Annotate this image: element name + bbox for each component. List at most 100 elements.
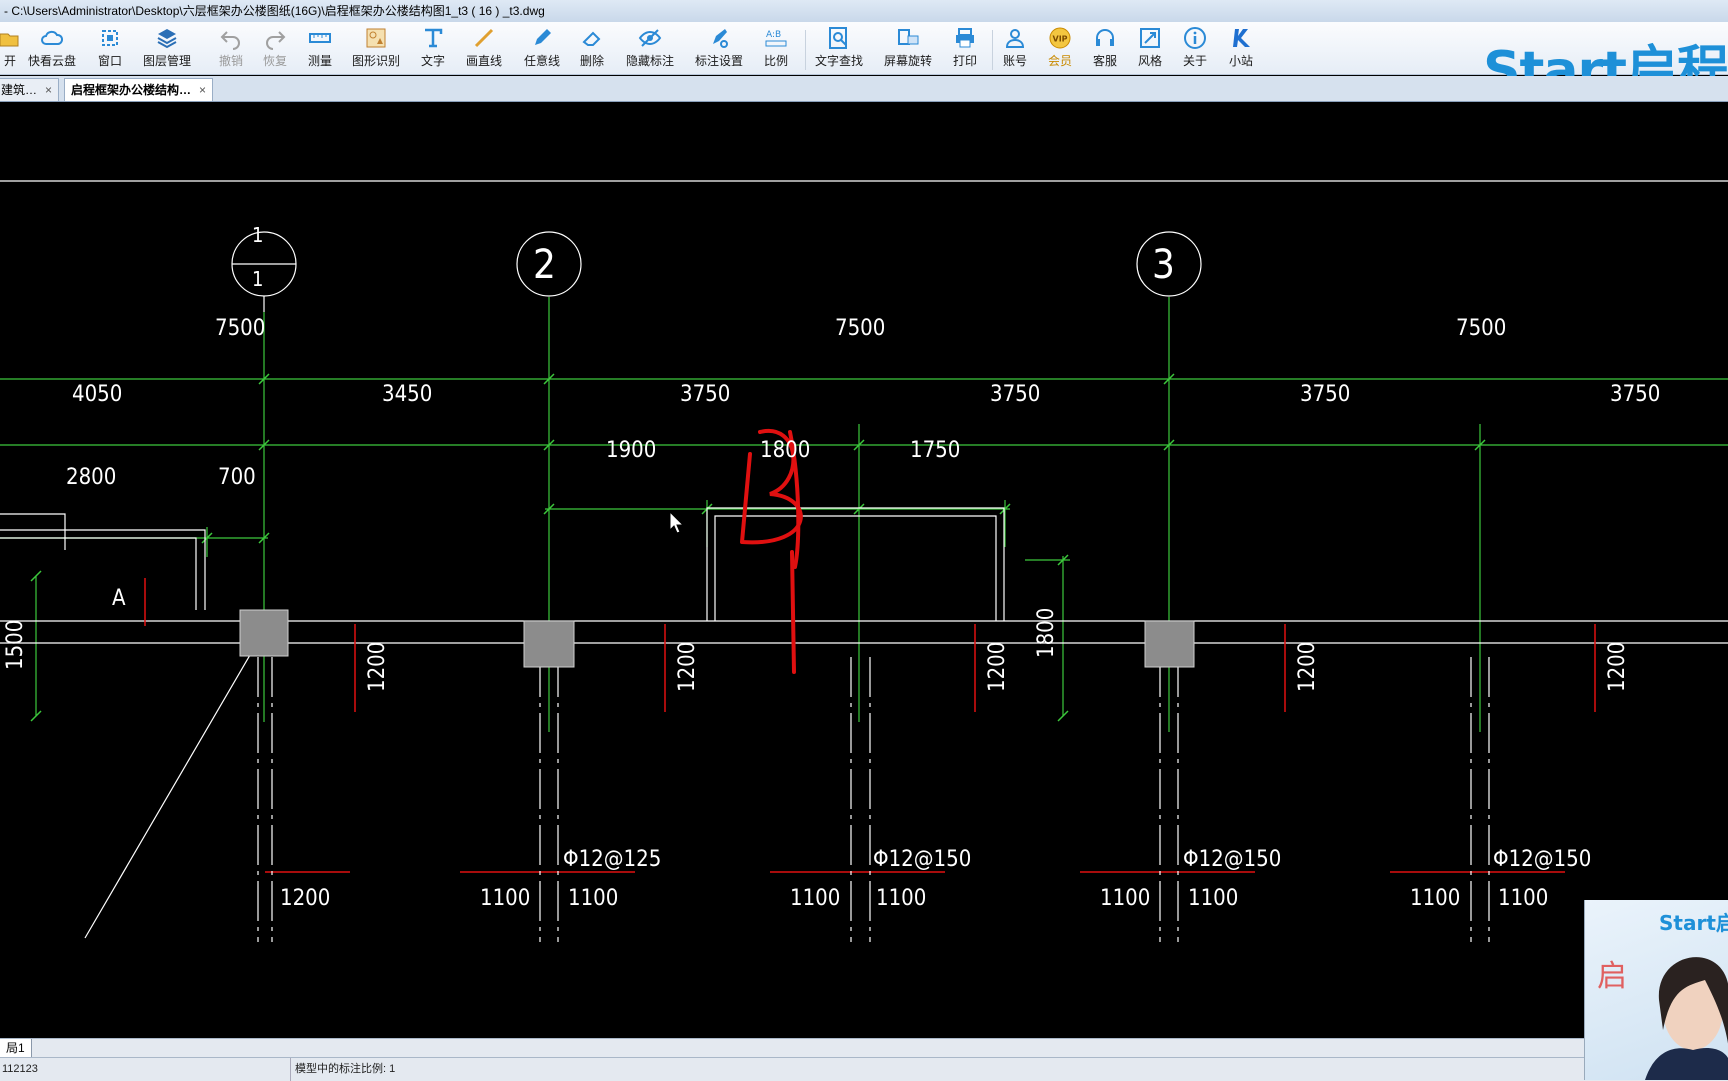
customer-service-button[interactable]: 客服 [1093, 26, 1117, 72]
layers-icon [157, 29, 177, 49]
toolbar-separator [805, 30, 806, 70]
presenter-clothes [1645, 1048, 1728, 1080]
text-button[interactable]: 文字 [421, 26, 445, 72]
delete-button[interactable]: 删除 [580, 26, 604, 72]
tab-architecture[interactable]: 建筑… × [0, 78, 60, 101]
bottom-dimension-label: 1100 [1498, 886, 1548, 911]
room-label: A [112, 586, 126, 611]
axis-label: 1 [252, 223, 263, 247]
axis-bubbles [231, 231, 1202, 312]
line-icon [474, 28, 494, 48]
screen-rotate-button[interactable]: 屏幕旋转 [884, 26, 932, 72]
bottom-dimension-label: 1200 [280, 886, 330, 911]
svg-text:VIP: VIP [1053, 35, 1068, 44]
print-icon [956, 28, 974, 48]
info-icon [1184, 27, 1206, 49]
dimension-label: 1900 [606, 438, 656, 463]
measure-button[interactable]: 测量 [308, 26, 332, 72]
bottom-dimension-label: 1100 [1100, 886, 1150, 911]
redo-button[interactable]: 恢复 [263, 26, 287, 72]
headset-icon [1096, 29, 1114, 46]
rotate-icon [898, 29, 919, 45]
undo-button[interactable]: 撤销 [219, 26, 243, 72]
webcam-logo: Start启 [1659, 911, 1728, 935]
window-button[interactable]: 窗口 [98, 26, 122, 72]
dimension-label: 1800 [1034, 608, 1059, 658]
dimension-label: 3750 [990, 382, 1040, 407]
k-icon [1233, 29, 1250, 47]
dimension-label: 3450 [382, 382, 432, 407]
beam-outlines [0, 507, 1728, 939]
annotation-settings-icon [713, 29, 728, 48]
coordinate-readout: 112123 [2, 1063, 38, 1075]
cloud-icon [41, 30, 64, 45]
dimension-lines [0, 297, 1728, 732]
about-button[interactable]: 关于 [1183, 26, 1207, 72]
hide-annotation-button[interactable]: 隐藏标注 [626, 26, 674, 72]
measure-icon [309, 33, 331, 43]
webcam-overlay: Start启 启 [1584, 900, 1728, 1080]
annotation-scale-text: 模型中的标注比例: 1 [290, 1058, 395, 1081]
beam-dimension-label: 1200 [365, 642, 390, 692]
bottom-dimension-label: 1100 [1410, 886, 1460, 911]
close-icon[interactable]: × [45, 83, 52, 97]
mini-site-button[interactable]: 小站 [1229, 26, 1253, 72]
open-icon [0, 33, 19, 47]
presenter-video: Start启 启 [1597, 911, 1728, 1080]
axis-label: 3 [1152, 242, 1175, 288]
column [1144, 620, 1195, 668]
dimension-label: 2800 [66, 465, 116, 490]
window-icon [102, 30, 118, 46]
rebar-dashed-lines [257, 657, 1490, 942]
title-bar: - C:\Users\Administrator\Desktop\六层框架办公楼… [0, 0, 1728, 23]
cursor-icon [669, 510, 685, 534]
dimension-label: 7500 [835, 316, 885, 341]
annotation-settings-button[interactable]: 标注设置 [695, 26, 743, 72]
toolbar-separator [992, 30, 993, 70]
open-button[interactable]: 开 [0, 26, 22, 72]
beam-dimension-label: 1200 [985, 642, 1010, 692]
cad-drawing-canvas[interactable]: 1 1 2 3 7500 7500 7500 4050 3450 3750 37… [0, 102, 1728, 1038]
scale-button[interactable]: A:B 比例 [764, 26, 788, 72]
rebar-label: Φ12@150 [1493, 847, 1591, 872]
beam-dimension-label: 1200 [1605, 642, 1630, 692]
scale-icon: A:B [765, 30, 787, 47]
beam-dimension-label: 1200 [675, 642, 700, 692]
vip-button[interactable]: VIP 会员 [1048, 26, 1072, 72]
bottom-dimension-label: 1100 [790, 886, 840, 911]
layout-tab[interactable]: 局1 [0, 1039, 32, 1057]
draw-line-button[interactable]: 画直线 [466, 26, 502, 72]
toolbar: 开 快看云盘 窗口 图层管理 撤销 恢复 测量 图形识别 文字 画直线 任意线 [0, 22, 1728, 75]
cloud-disk-button[interactable]: 快看云盘 [28, 26, 76, 72]
shape-recognize-button[interactable]: 图形识别 [352, 26, 400, 72]
rebar-label: Φ12@150 [1183, 847, 1281, 872]
style-button[interactable]: 风格 [1138, 26, 1162, 72]
eraser-icon [582, 31, 601, 46]
bottom-dimension-label: 1100 [480, 886, 530, 911]
dimension-label: 1750 [910, 438, 960, 463]
dimension-label: 3750 [680, 382, 730, 407]
eye-icon [638, 29, 662, 47]
dimension-label: 7500 [215, 316, 265, 341]
text-icon [425, 28, 443, 48]
tab-structure-drawing[interactable]: 启程框架办公楼结构… × [64, 78, 214, 101]
svg-text:A:B: A:B [766, 30, 781, 40]
close-icon[interactable]: × [199, 83, 206, 97]
window-title: - C:\Users\Administrator\Desktop\六层框架办公楼… [4, 4, 545, 18]
print-button[interactable]: 打印 [953, 26, 977, 72]
layer-manager-button[interactable]: 图层管理 [143, 26, 191, 72]
vip-icon: VIP [1049, 27, 1071, 49]
dimension-label: 1800 [760, 438, 810, 463]
document-tab-bar: 建筑… × 启程框架办公楼结构… × [0, 76, 1728, 102]
freehand-line-button[interactable]: 任意线 [524, 26, 560, 72]
column [523, 620, 575, 668]
dimension-label: 4050 [72, 382, 122, 407]
column [239, 609, 289, 657]
account-button[interactable]: 账号 [1003, 26, 1027, 72]
cad-text-layer: 1 1 2 3 7500 7500 7500 4050 3450 3750 37… [3, 223, 1660, 911]
handwritten-annotation [740, 428, 803, 674]
text-search-button[interactable]: 文字查找 [815, 26, 863, 72]
bottom-dimension-label: 1100 [568, 886, 618, 911]
rebar-label: Φ12@150 [873, 847, 971, 872]
redo-icon [266, 31, 286, 50]
